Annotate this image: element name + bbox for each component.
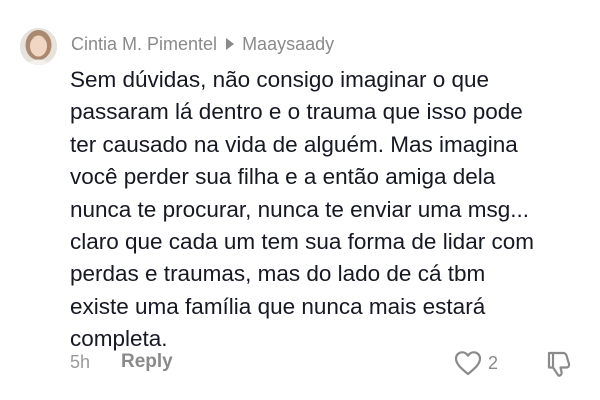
comment-item: Cintia M. Pimentel Maaysaady Sem dúvidas… [0,0,600,400]
like-count: 2 [488,352,499,373]
like-button[interactable]: 2 [454,350,498,376]
caret-right-icon [226,38,235,50]
dislike-button[interactable] [545,350,575,383]
user-avatar-icon [20,28,57,65]
comment-actions: 5h Reply 2 [70,350,590,377]
reply-to-username[interactable]: Maaysaady [242,34,334,55]
comment-text: Sem dúvidas, não consigo imaginar o que … [70,67,534,352]
comment-header: Cintia M. Pimentel Maaysaady [71,33,334,55]
reply-button[interactable]: Reply [121,351,173,373]
heart-outline-icon [454,351,482,376]
author-name[interactable]: Cintia M. Pimentel [71,34,217,55]
comment-timestamp: 5h [70,352,91,372]
thumbs-down-icon [547,351,571,377]
avatar[interactable] [20,28,57,65]
